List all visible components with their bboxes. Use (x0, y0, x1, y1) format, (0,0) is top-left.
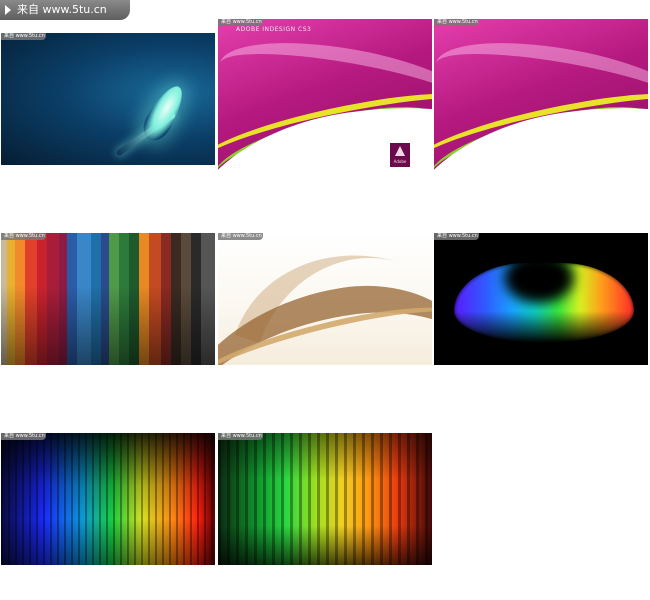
source-watermark-text: 来自 www.5tu.cn (17, 3, 107, 16)
thumbnail-color-stripes[interactable]: 来自 www.5tu.cn (1, 233, 215, 365)
source-watermark: 来自 www.5tu.cn (0, 0, 130, 20)
mini-watermark: 来自 www.5tu.cn (1, 433, 46, 440)
mini-watermark: 来自 www.5tu.cn (218, 233, 263, 240)
spectrum-shadow-graphic (504, 253, 574, 303)
product-title: ADOBE INDESIGN CS3 (236, 26, 312, 33)
mini-watermark: 来自 www.5tu.cn (1, 33, 46, 40)
adobe-logo-text: Adobe (393, 159, 407, 164)
mini-watermark: 来自 www.5tu.cn (218, 433, 263, 440)
adobe-logo-icon: Adobe (390, 143, 410, 167)
thumbnail-golden-waves[interactable]: 来自 www.5tu.cn (218, 233, 432, 365)
mini-watermark: 来自 www.5tu.cn (434, 233, 479, 240)
mini-watermark: 来自 www.5tu.cn (218, 19, 263, 26)
thumbnail-spectrum-stripes-1[interactable]: 来自 www.5tu.cn (1, 433, 215, 565)
thumbnail-spectrum-stripes-2[interactable]: 来自 www.5tu.cn (218, 433, 432, 565)
thumbnail-adobe-wave-2[interactable]: 来自 www.5tu.cn (434, 19, 648, 179)
thumbnail-spectrum-glow[interactable]: 来自 www.5tu.cn (434, 233, 648, 365)
thumbnail-adobe-wave-1[interactable]: 来自 www.5tu.cn ADOBE INDESIGN CS3 Adobe (218, 19, 432, 179)
play-arrow-icon (5, 5, 11, 15)
mini-watermark: 来自 www.5tu.cn (1, 233, 46, 240)
thumbnail-feather[interactable]: 来自 www.5tu.cn (1, 33, 215, 165)
feather-graphic (137, 80, 191, 146)
mini-watermark: 来自 www.5tu.cn (434, 19, 479, 26)
